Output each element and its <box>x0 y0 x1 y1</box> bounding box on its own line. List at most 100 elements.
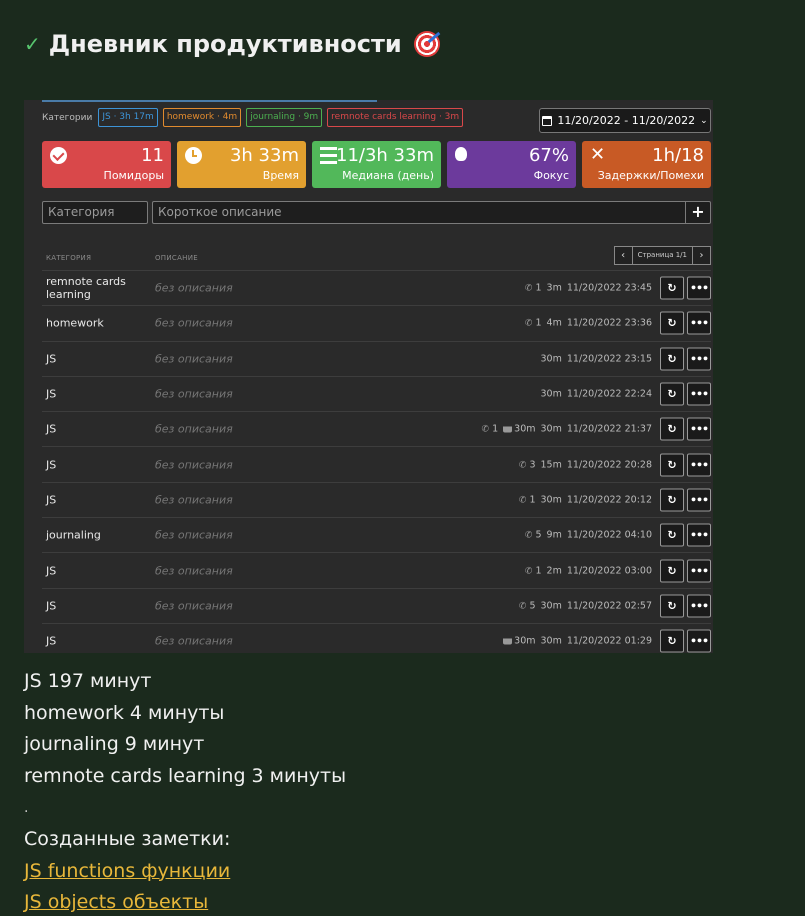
add-entry-button[interactable]: + <box>685 201 711 224</box>
ellipsis-icon: ••• <box>689 281 709 295</box>
list-icon <box>320 147 337 164</box>
description-input[interactable]: Короткое описание <box>152 201 685 224</box>
category-chip-journaling[interactable]: journaling · 9m <box>246 108 323 127</box>
clock-icon <box>185 147 202 164</box>
row-category: homework <box>46 316 104 330</box>
timestamp: 11/20/2022 23:15 <box>566 353 652 365</box>
redo-icon: ↻ <box>667 281 677 295</box>
more-button[interactable]: ••• <box>687 417 711 441</box>
category-chip-js[interactable]: JS · 3h 17m <box>98 108 158 127</box>
table-row: JS без описания 30m 11/20/2022 23:15 ↻ ••• <box>42 340 711 376</box>
row-category: JS <box>46 387 57 401</box>
pager-next-button[interactable]: › <box>692 246 711 265</box>
row-meta: ✆ 5 30m 11/20/2022 02:57 <box>519 600 652 611</box>
more-button[interactable]: ••• <box>687 488 711 512</box>
restart-button[interactable]: ↻ <box>660 417 684 441</box>
row-category: JS <box>46 422 57 436</box>
ellipsis-icon: ••• <box>689 493 709 507</box>
row-category: JS <box>46 599 57 613</box>
redo-icon: ↻ <box>667 352 677 366</box>
row-meta: ✆ 1 30m 30m 11/20/2022 21:37 <box>482 424 652 435</box>
more-button[interactable]: ••• <box>687 276 711 300</box>
break-duration: 30m <box>503 424 536 435</box>
timestamp: 11/20/2022 22:24 <box>566 388 652 400</box>
restart-button[interactable]: ↻ <box>660 559 684 583</box>
redo-icon: ↻ <box>667 493 677 507</box>
more-button[interactable]: ••• <box>687 453 711 477</box>
timestamp: 11/20/2022 20:12 <box>566 494 652 506</box>
row-description: без описания <box>155 387 233 401</box>
table-row: JS без описания 30m 11/20/2022 22:24 ↻ ••• <box>42 375 711 411</box>
restart-button[interactable]: ↻ <box>660 276 684 300</box>
restart-button[interactable]: ↻ <box>660 488 684 512</box>
coffee-cup-icon <box>503 638 513 645</box>
restart-button[interactable]: ↻ <box>660 629 684 653</box>
categories-label: Категории <box>42 112 93 123</box>
interruptions: ✆ 1 <box>518 494 536 506</box>
category-input[interactable]: Категория <box>42 201 148 224</box>
more-button[interactable]: ••• <box>687 347 711 371</box>
ellipsis-icon: ••• <box>689 458 709 472</box>
table-row: JS без описания ✆ 1 30m 11/20/2022 20:12 ↻ ••• <box>42 481 711 517</box>
row-description: без описания <box>155 422 233 436</box>
row-category: JS <box>46 352 57 366</box>
duration: 15m <box>540 459 562 471</box>
timestamp: 11/20/2022 03:00 <box>566 565 652 577</box>
row-description: без описания <box>155 634 233 648</box>
timestamp: 11/20/2022 02:57 <box>566 600 652 612</box>
restart-button[interactable]: ↻ <box>660 453 684 477</box>
more-button[interactable]: ••• <box>687 594 711 618</box>
restart-button[interactable]: ↻ <box>660 594 684 618</box>
more-button[interactable]: ••• <box>687 629 711 653</box>
table-row: JS без описания ✆ 3 15m 11/20/2022 20:28 ↻ ••• <box>42 446 711 481</box>
summary-text: JS 197 минут homework 4 минуты journalin… <box>24 666 346 916</box>
interruptions: ✆ 5 <box>518 600 536 612</box>
interruptions: ✆ 1 <box>524 282 542 294</box>
note-link[interactable]: JS functions функции <box>24 860 230 882</box>
ellipsis-icon: ••• <box>689 387 709 401</box>
note-link[interactable]: JS objects объекты <box>24 891 208 913</box>
category-chip-homework[interactable]: homework · 4m <box>162 108 242 127</box>
timestamp: 11/20/2022 21:37 <box>566 423 652 435</box>
progress-line <box>42 100 377 102</box>
row-category: journaling <box>46 528 101 542</box>
category-chip-remnote[interactable]: remnote cards learning · 3m <box>327 108 464 127</box>
row-description: без описания <box>155 458 233 472</box>
interruptions: ✆ 3 <box>518 459 536 471</box>
more-button[interactable]: ••• <box>687 311 711 335</box>
more-button[interactable]: ••• <box>687 382 711 406</box>
restart-button[interactable]: ↻ <box>660 382 684 406</box>
restart-button[interactable]: ↻ <box>660 347 684 371</box>
row-description: без описания <box>155 493 233 507</box>
timestamp: 11/20/2022 23:45 <box>566 282 652 294</box>
redo-icon: ↻ <box>667 599 677 613</box>
coffee-cup-icon <box>503 426 513 433</box>
phone-icon: ✆ <box>524 318 533 329</box>
duration: 3m <box>546 282 562 294</box>
stat-value: 67% <box>528 145 569 166</box>
duration: 30m <box>540 353 562 365</box>
date-range-button[interactable]: 11/20/2022 - 11/20/2022 ⌄ <box>539 108 711 133</box>
app-screenshot: Категории JS · 3h 17m homework · 4m jour… <box>24 100 713 653</box>
restart-button[interactable]: ↻ <box>660 311 684 335</box>
col-description: ОПИСАНИЕ <box>155 254 199 262</box>
table-row: remnote cards learning без описания ✆ 1 3m 1… <box>42 270 711 305</box>
ellipsis-icon: ••• <box>689 564 709 578</box>
restart-button[interactable]: ↻ <box>660 523 684 547</box>
chevron-down-icon: ⌄ <box>700 115 708 126</box>
duration: 30m <box>540 494 562 506</box>
pagination: ‹ Страница 1/1 › <box>613 246 711 265</box>
row-description: без описания <box>155 528 233 542</box>
interruptions: ✆ 1 <box>481 423 499 435</box>
more-button[interactable]: ••• <box>687 559 711 583</box>
ellipsis-icon: ••• <box>689 316 709 330</box>
more-button[interactable]: ••• <box>687 523 711 547</box>
duration: 30m <box>540 388 562 400</box>
duration: 2m <box>546 565 562 577</box>
row-category: remnote cards learning <box>46 275 126 302</box>
check-icon: ✓ <box>24 32 41 56</box>
row-meta: 30m 30m 11/20/2022 01:29 <box>503 636 652 647</box>
stat-value: 11 <box>141 145 164 166</box>
pager-prev-button[interactable]: ‹ <box>613 246 633 265</box>
duration: 4m <box>546 317 562 329</box>
